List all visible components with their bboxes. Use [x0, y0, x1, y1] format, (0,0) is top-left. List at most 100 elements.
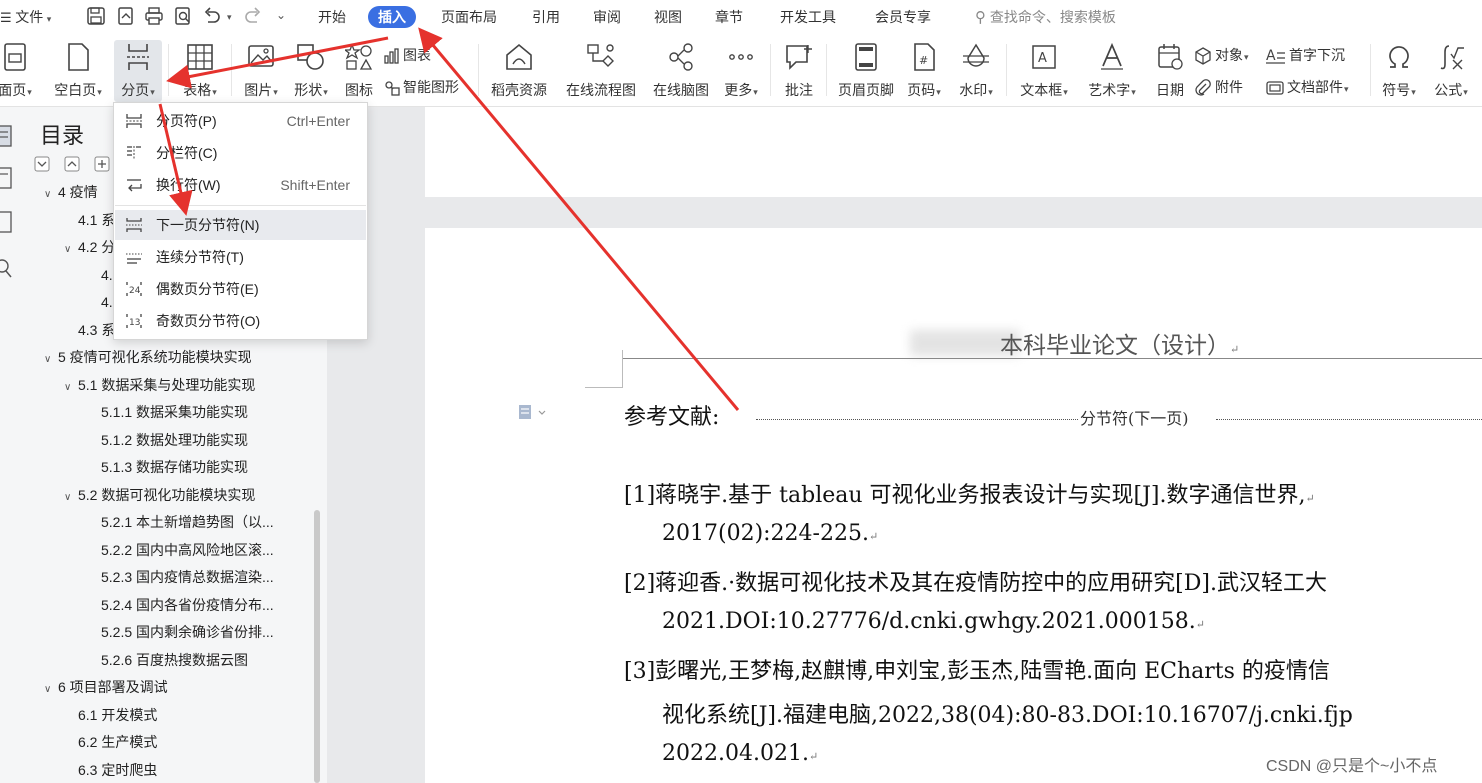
menu-item-line-break[interactable]: 换行符(W) Shift+Enter [115, 170, 366, 200]
tab-references[interactable]: 引用 [532, 6, 560, 28]
export-pdf-icon[interactable] [116, 6, 136, 26]
chevron-down-icon[interactable]: ∨ [64, 378, 78, 398]
toc-item[interactable]: 5.1.1 数据采集功能实现 [87, 402, 248, 422]
menu-item-continuous-section-break[interactable]: 连续分节符(T) [115, 242, 366, 272]
toc-item[interactable]: 5.2.1 本土新增趋势图（以... [87, 512, 274, 532]
header-footer-button[interactable]: 页眉页脚 [834, 40, 898, 100]
watermark-button[interactable]: 水印▾ [954, 40, 998, 100]
shape-button[interactable]: 形状▾ [288, 40, 334, 100]
cover-page-button[interactable]: 面页▾ [0, 40, 40, 100]
tab-review[interactable]: 审阅 [593, 6, 621, 28]
menu-item-next-page-section-break[interactable]: 下一页分节符(N) [115, 210, 366, 240]
straw-resources-button[interactable]: 稻壳资源 [486, 40, 552, 100]
icons-button[interactable]: 图标 [340, 40, 378, 100]
toc-item[interactable]: 5.2.6 百度热搜数据云图 [87, 650, 248, 670]
toc-item[interactable]: 4.1 系 [64, 210, 115, 230]
toc-item[interactable]: 5.2.3 国内疫情总数据渲染... [87, 567, 274, 587]
tab-insert[interactable]: 插入 [368, 6, 416, 28]
chevron-down-icon[interactable]: ∨ [44, 185, 58, 205]
tab-member[interactable]: 会员专享 [875, 6, 931, 28]
online-flowchart-button[interactable]: 在线流程图 [560, 40, 642, 100]
toc-item[interactable]: ∨ 5.2 数据可视化功能模块实现 [64, 485, 255, 505]
toc-item[interactable]: ∨ 4.2 分 [64, 237, 115, 257]
more-button[interactable]: 更多▾ [718, 40, 764, 100]
tab-chapter[interactable]: 章节 [715, 6, 743, 28]
toc-item[interactable]: 5.2.4 国内各省份疫情分布... [87, 595, 274, 615]
ribbon-insert: 面页▾ 空白页▾ 分页▾ 表格▾ 图片▾ 形状▾ 图标 图表 智能图形 稻壳资源… [0, 34, 1482, 107]
smart-art-button[interactable]: 智能图形 [384, 76, 459, 98]
page-number-button[interactable]: # 页码▾ [902, 40, 946, 100]
menu-item-even-page-section-break[interactable]: 24 偶数页分节符(E) [115, 274, 366, 304]
toc-item[interactable]: 5.2.5 国内剩余确诊省份排... [87, 622, 274, 642]
reference-2-line-2: 2021.DOI:10.27776/d.cnki.gwhgy.2021.0001… [662, 609, 1205, 634]
date-button[interactable]: 日期 [1150, 40, 1190, 100]
tab-home[interactable]: 开始 [318, 6, 346, 28]
tab-page-layout[interactable]: 页面布局 [441, 6, 497, 28]
toc-item[interactable]: 5.2.2 国内中高风险地区滚... [87, 540, 274, 560]
menu-item-page-break[interactable]: 分页符(P) Ctrl+Enter [115, 106, 366, 136]
chevron-down-icon[interactable]: ∨ [64, 488, 78, 508]
toc-item[interactable]: 6.2 生产模式 [64, 732, 157, 752]
chart-button[interactable]: 图表 [384, 44, 431, 66]
previous-page[interactable] [425, 107, 1482, 197]
symbol-button[interactable]: 符号▾ [1376, 40, 1422, 100]
picture-button[interactable]: 图片▾ [238, 40, 284, 100]
toc-item[interactable]: ∨ 5.1 数据采集与处理功能实现 [64, 375, 255, 395]
collapse-all-icon[interactable] [34, 156, 50, 172]
page-break-button[interactable]: 分页▾ [114, 40, 162, 100]
tab-view[interactable]: 视图 [654, 6, 682, 28]
online-mindmap-button[interactable]: 在线脑图 [648, 40, 714, 100]
add-heading-icon[interactable] [94, 156, 110, 172]
doc-parts-button[interactable]: 文档部件▾ [1266, 76, 1349, 98]
redo-icon[interactable] [243, 6, 263, 26]
comment-button[interactable]: 批注 [778, 40, 820, 100]
command-search[interactable]: ⚲ 查找命令、搜索模板 [975, 6, 1116, 28]
text-box-button[interactable]: A 文本框▾ [1014, 40, 1074, 100]
table-button[interactable]: 表格▾ [176, 40, 224, 100]
toc-item[interactable]: 5.1.3 数据存储功能实现 [87, 457, 248, 477]
comment-icon [786, 45, 812, 70]
toc-item[interactable]: 5.1.2 数据处理功能实现 [87, 430, 248, 450]
expand-all-icon[interactable] [64, 156, 80, 172]
menu-item-column-break[interactable]: 分栏符(C) [115, 138, 366, 168]
word-art-button[interactable]: 艺术字▾ [1082, 40, 1142, 100]
undo-dropdown-icon[interactable]: ▾ [227, 12, 232, 23]
save-icon[interactable] [86, 6, 106, 26]
section-break-line-left [756, 419, 1078, 420]
toc-item[interactable]: 6.3 定时爬虫 [64, 760, 157, 780]
print-icon[interactable] [144, 6, 164, 26]
reference-1-line-2: 2017(02):224-225.↵ [662, 521, 879, 546]
toc-item[interactable]: 4.3 系 [64, 320, 115, 340]
toc-item-label: 5.2.4 国内各省份疫情分布... [101, 596, 274, 613]
toc-item[interactable]: ∨ 4 疫情 [44, 182, 98, 202]
undo-icon[interactable] [202, 6, 222, 26]
blank-page-button[interactable]: 空白页▾ [50, 40, 106, 100]
bookmark-nav-icon[interactable] [0, 211, 14, 233]
toc-item[interactable]: 4. [87, 292, 113, 312]
search-nav-icon[interactable] [0, 257, 14, 279]
attachment-button[interactable]: 附件 [1194, 76, 1243, 98]
chevron-down-icon[interactable]: ∨ [44, 680, 58, 700]
toc-item[interactable]: ∨ 5 疫情可视化系统功能模块实现 [44, 347, 252, 367]
customize-toolbar-icon[interactable]: ⌄ [276, 8, 286, 22]
tab-developer[interactable]: 开发工具 [780, 6, 836, 28]
file-menu[interactable]: ☰ 文件 ▾ [0, 6, 51, 28]
drop-cap-button[interactable]: A 首字下沉 [1266, 44, 1345, 66]
chevron-down-icon[interactable]: ∨ [64, 240, 78, 260]
toc-item-label: 6 项目部署及调试 [58, 679, 168, 695]
toc-scrollbar[interactable] [314, 510, 320, 783]
toc-item[interactable]: ∨ 6 项目部署及调试 [44, 677, 168, 697]
chapter-nav-icon[interactable] [0, 167, 14, 189]
toc-item[interactable]: 4. [87, 265, 113, 285]
toc-item-label: 5.1 数据采集与处理功能实现 [78, 376, 256, 393]
toc-panel-icon[interactable] [0, 125, 14, 147]
formula-button[interactable]: 公式▾ [1428, 40, 1474, 100]
toc-item[interactable]: 6.1 开发模式 [64, 705, 157, 725]
word-art-icon [1101, 42, 1123, 70]
object-button[interactable]: 对象▾ [1194, 44, 1249, 66]
paragraph-handle-icon[interactable] [518, 404, 548, 420]
chevron-down-icon[interactable]: ∨ [44, 350, 58, 370]
svg-text:13: 13 [129, 318, 140, 328]
menu-item-odd-page-section-break[interactable]: 13 奇数页分节符(O) [115, 306, 366, 336]
print-preview-icon[interactable] [173, 6, 193, 26]
